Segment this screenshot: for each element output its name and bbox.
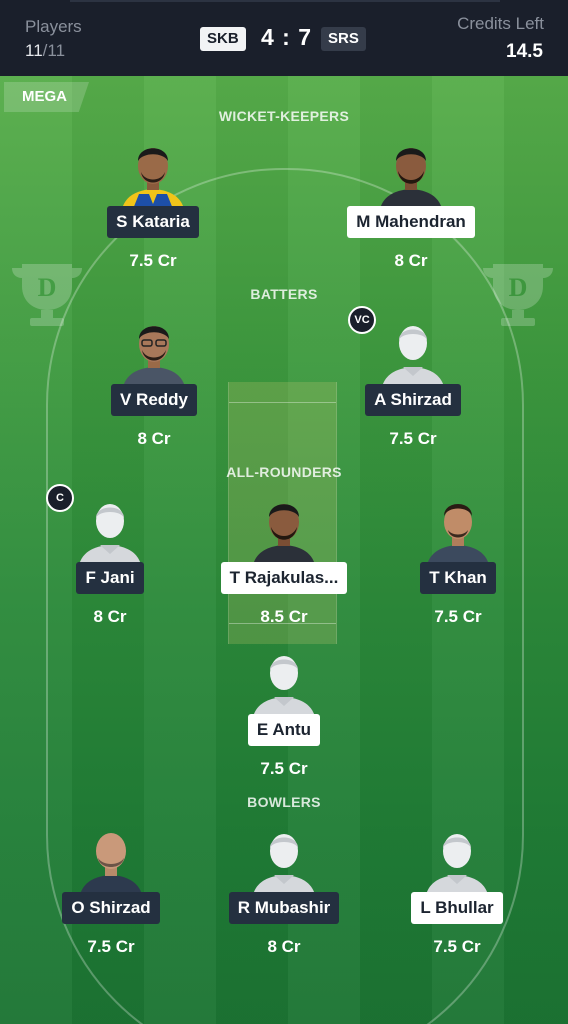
player-name: R Mubashir — [228, 892, 340, 924]
player-photo — [79, 833, 143, 900]
player-placeholder-avatar — [252, 656, 316, 722]
player-name: T Rajakulas... — [220, 562, 348, 594]
player-card[interactable]: O Shirzad 7.5 Cr — [36, 820, 186, 957]
cricket-field: MEGA D D WICKET-KEEPERS BATTERS ALL-ROUN… — [0, 76, 568, 1024]
player-credit: 7.5 Cr — [389, 429, 437, 448]
player-name: L Bhullar — [411, 892, 503, 924]
player-name: F Jani — [76, 562, 144, 594]
player-credit: 8 Cr — [394, 251, 428, 270]
players-selected: 11 — [25, 41, 43, 60]
team-b-badge: SRS — [321, 27, 366, 51]
player-photo — [121, 325, 187, 392]
player-photo — [121, 148, 185, 214]
player-card[interactable]: T Khan 7.5 Cr — [383, 490, 533, 627]
credits-left-label: Credits Left — [457, 14, 544, 33]
player-photo — [252, 504, 316, 570]
section-bowlers: BOWLERS — [247, 794, 321, 810]
player-credit: 7.5 Cr — [434, 607, 482, 626]
players-total: /11 — [42, 41, 66, 60]
vice-captain-badge: VC — [348, 306, 376, 334]
player-name: S Kataria — [107, 206, 199, 238]
team-count-score: 4 : 7 — [261, 24, 313, 50]
section-wicket-keepers: WICKET-KEEPERS — [218, 108, 350, 124]
player-name: T Khan — [420, 562, 496, 594]
player-name: E Antu — [247, 714, 321, 746]
player-placeholder-avatar — [381, 326, 445, 392]
player-card[interactable]: R Mubashir 8 Cr — [209, 820, 359, 957]
player-credit: 8.5 Cr — [260, 607, 308, 626]
player-card[interactable]: T Rajakulas... 8.5 Cr — [209, 490, 359, 627]
player-card[interactable]: V Reddy 8 Cr — [79, 312, 229, 449]
player-credit: 8 Cr — [93, 607, 127, 626]
players-label: Players — [25, 17, 82, 36]
player-placeholder-avatar — [78, 504, 142, 570]
player-card[interactable]: L Bhullar 7.5 Cr — [382, 820, 532, 957]
player-photo — [426, 504, 490, 570]
player-name: A Shirzad — [365, 384, 461, 416]
crease-top — [229, 402, 336, 403]
player-credit: 7.5 Cr — [260, 759, 308, 778]
captain-badge: C — [46, 484, 74, 512]
player-credit: 7.5 Cr — [433, 937, 481, 956]
player-placeholder-avatar — [252, 834, 316, 900]
player-credit: 8 Cr — [267, 937, 301, 956]
player-credit: 8 Cr — [137, 429, 171, 448]
header-divider — [70, 0, 500, 2]
player-credit: 7.5 Cr — [129, 251, 177, 270]
player-photo — [379, 148, 443, 214]
team-a-badge: SKB — [200, 27, 246, 51]
player-placeholder-avatar — [425, 834, 489, 900]
players-count: 11/11 — [25, 41, 65, 61]
player-card[interactable]: E Antu 7.5 Cr — [209, 642, 359, 779]
section-all-rounders: ALL-ROUNDERS — [226, 464, 342, 480]
player-name: O Shirzad — [62, 892, 160, 924]
credits-left-value: 14.5 — [506, 41, 543, 62]
player-credit: 7.5 Cr — [87, 937, 135, 956]
header-bar: Players 11/11 SKB 4 : 7 SRS Credits Left… — [0, 0, 568, 76]
player-name: V Reddy — [110, 384, 198, 416]
player-name: M Mahendran — [347, 206, 475, 238]
section-batters: BATTERS — [250, 286, 318, 302]
player-card[interactable]: M Mahendran 8 Cr — [336, 134, 486, 271]
player-card[interactable]: S Kataria 7.5 Cr — [78, 134, 228, 271]
